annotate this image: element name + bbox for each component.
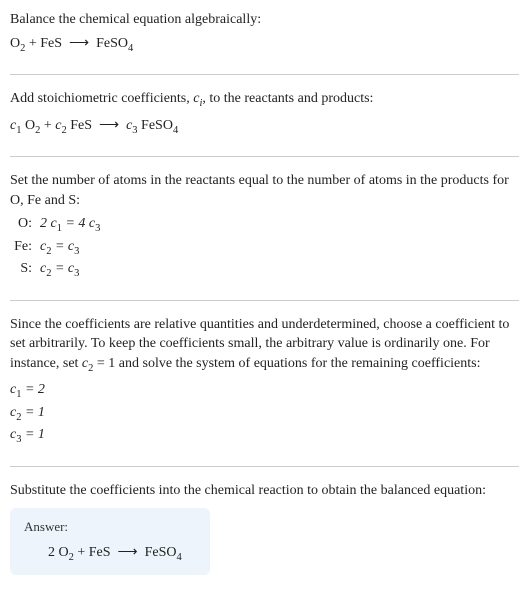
answer-box: Answer: 2 O2 + FeS ⟶ FeSO4 — [10, 508, 210, 575]
section-coefficients: Add stoichiometric coefficients, ci, to … — [10, 89, 519, 138]
divider — [10, 74, 519, 75]
atom-row: O: 2 c1 = 4 c3 — [10, 214, 519, 236]
section-balance: Balance the chemical equation algebraica… — [10, 10, 519, 56]
solution-line: c2 = 1 — [10, 403, 519, 425]
section-text: Substitute the coefficients into the che… — [10, 481, 519, 501]
divider — [10, 300, 519, 301]
section-solve: Since the coefficients are relative quan… — [10, 315, 519, 448]
section-atoms: Set the number of atoms in the reactants… — [10, 171, 519, 282]
text-part1: Add stoichiometric coefficients, — [10, 91, 193, 106]
solution-line: c1 = 2 — [10, 380, 519, 402]
solution-list: c1 = 2 c2 = 1 c3 = 1 — [10, 380, 519, 447]
atom-row: Fe: c2 = c3 — [10, 237, 519, 259]
equation-initial: O2 + FeS ⟶ FeSO4 — [10, 34, 519, 56]
equation-coefficients: c1 O2 + c2 FeS ⟶ c3 FeSO4 — [10, 116, 519, 138]
text-part2: , to the reactants and products: — [202, 91, 373, 106]
atom-label: Fe: — [10, 237, 40, 259]
answer-label: Answer: — [24, 518, 196, 536]
section-text: Set the number of atoms in the reactants… — [10, 171, 519, 210]
section-text: Since the coefficients are relative quan… — [10, 315, 519, 377]
atom-equation: 2 c1 = 4 c3 — [40, 214, 100, 236]
divider — [10, 466, 519, 467]
solution-line: c3 = 1 — [10, 425, 519, 447]
atom-row: S: c2 = c3 — [10, 259, 519, 281]
section-title: Balance the chemical equation algebraica… — [10, 10, 519, 30]
answer-container: Answer: 2 O2 + FeS ⟶ FeSO4 — [10, 508, 519, 575]
atom-table: O: 2 c1 = 4 c3 Fe: c2 = c3 S: c2 = c3 — [10, 214, 519, 281]
section-text: Add stoichiometric coefficients, ci, to … — [10, 89, 519, 111]
atom-label: S: — [10, 259, 40, 281]
atom-equation: c2 = c3 — [40, 237, 79, 259]
answer-equation: 2 O2 + FeS ⟶ FeSO4 — [24, 543, 196, 565]
atom-label: O: — [10, 214, 40, 236]
section-answer: Substitute the coefficients into the che… — [10, 481, 519, 575]
atom-equation: c2 = c3 — [40, 259, 79, 281]
divider — [10, 156, 519, 157]
